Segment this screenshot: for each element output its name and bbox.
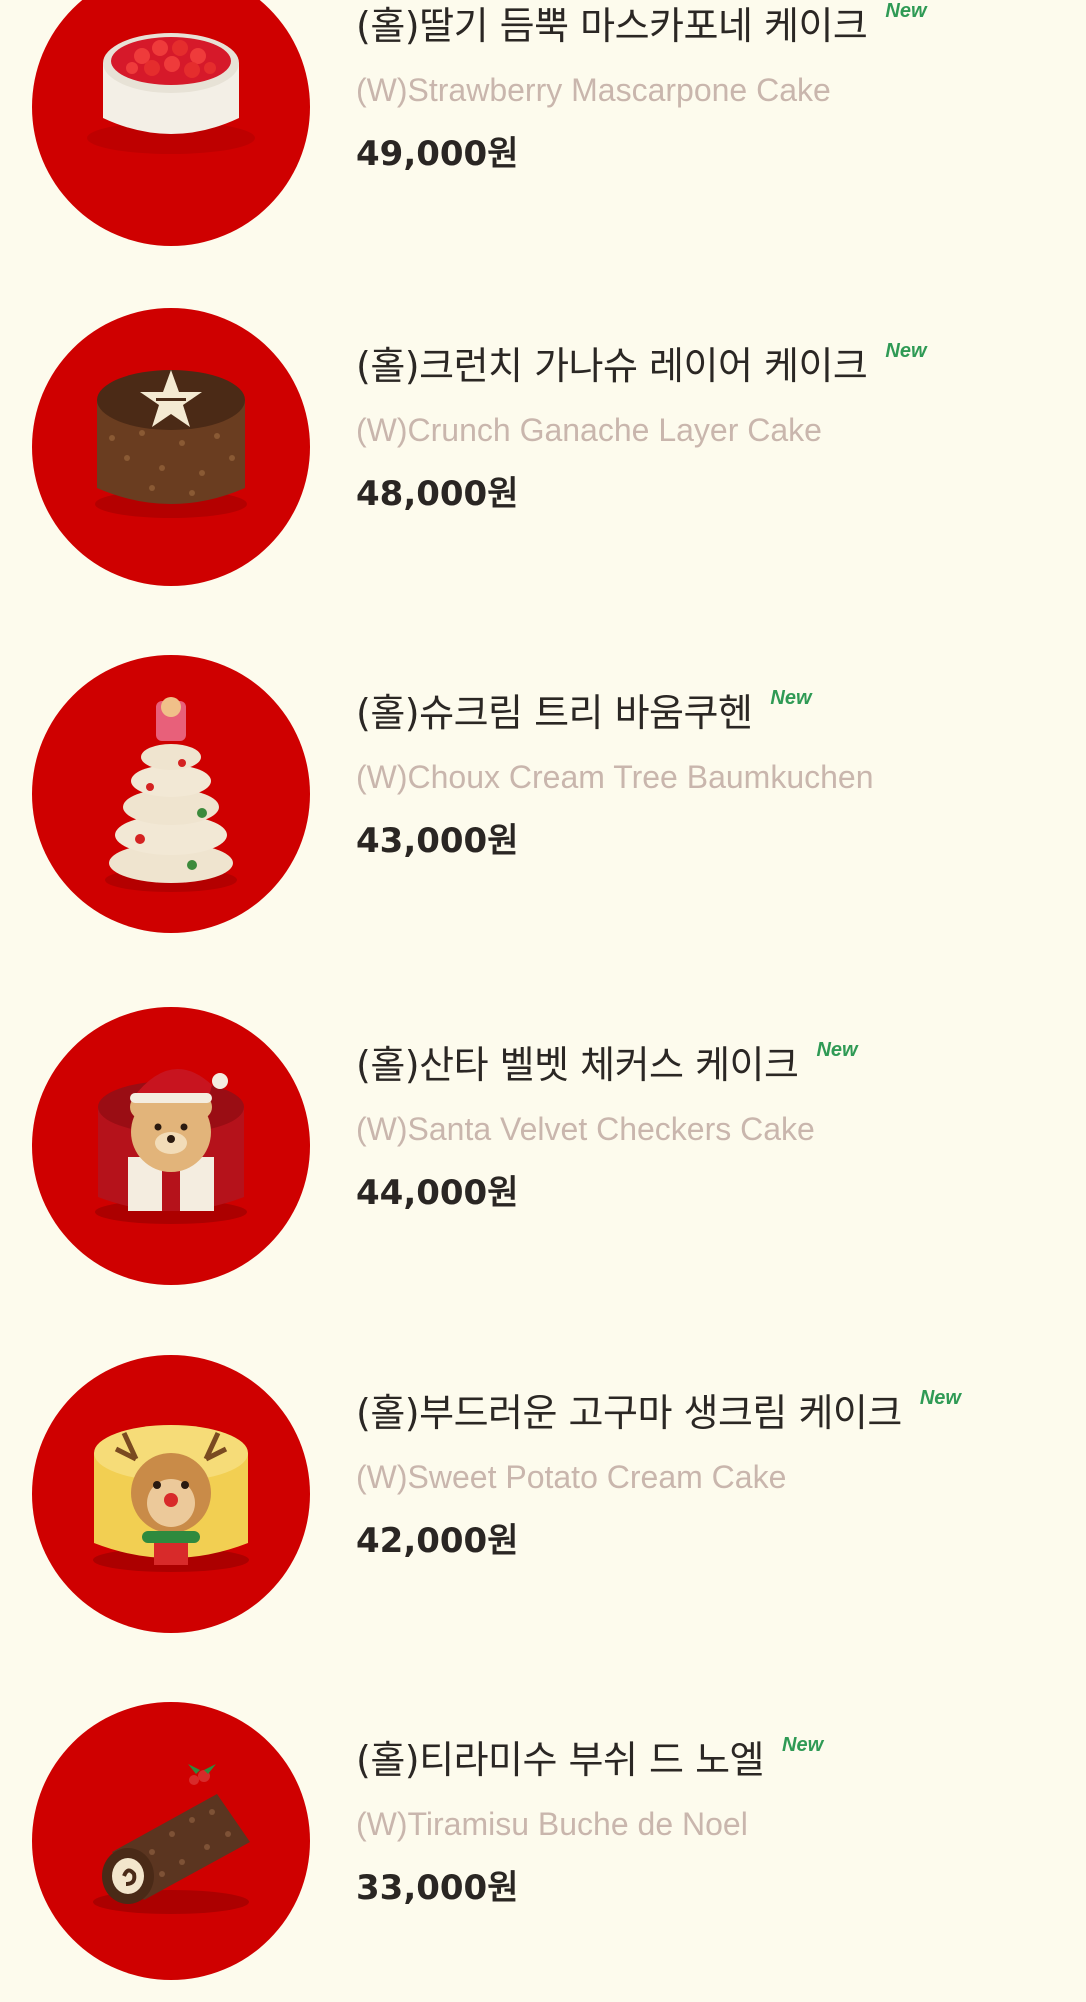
product-list: (홀)딸기 듬뿍 마스카포네 케이크 New (W)Strawberry Mas… xyxy=(0,0,1086,2002)
title-row: (홀)크런치 가나슈 레이어 케이크 New xyxy=(356,340,1056,390)
product-name-en: (W)Santa Velvet Checkers Cake xyxy=(356,1111,815,1147)
product-name-ko[interactable]: (홀)딸기 듬뿍 마스카포네 케이크 xyxy=(356,2,868,50)
product-item-santa-velvet[interactable]: (홀)산타 벨벳 체커스 케이크 New (W)Santa Velvet Che… xyxy=(0,1007,1086,1307)
product-thumbnail[interactable] xyxy=(32,1702,310,1980)
choux-cream-tree-baumkuchen-icon xyxy=(105,697,237,892)
product-item-tiramisu-buche[interactable]: (홀)티라미수 부쉬 드 노엘 New (W)Tiramisu Buche de… xyxy=(0,1702,1086,2002)
product-thumbnail[interactable] xyxy=(32,1355,310,1633)
new-badge: New xyxy=(885,0,927,22)
title-row: (홀)티라미수 부쉬 드 노엘 New xyxy=(356,1734,1056,1784)
title-row: (홀)슈크림 트리 바움쿠헨 New xyxy=(356,687,1056,737)
product-name-ko[interactable]: (홀)슈크림 트리 바움쿠헨 xyxy=(356,689,753,737)
product-thumbnail[interactable] xyxy=(32,655,310,933)
product-name-en: (W)Sweet Potato Cream Cake xyxy=(356,1459,787,1495)
product-price: 49,000원 xyxy=(356,134,519,174)
product-thumbnail[interactable] xyxy=(32,1007,310,1285)
product-price: 42,000원 xyxy=(356,1521,519,1561)
new-badge: New xyxy=(770,687,812,709)
strawberry-mascarpone-cake-icon xyxy=(87,33,255,154)
product-info: (홀)산타 벨벳 체커스 케이크 New (W)Santa Velvet Che… xyxy=(356,1039,1056,1215)
product-name-ko[interactable]: (홀)크런치 가나슈 레이어 케이크 xyxy=(356,342,868,390)
new-badge: New xyxy=(782,1734,824,1756)
title-row: (홀)산타 벨벳 체커스 케이크 New xyxy=(356,1039,1056,1089)
product-info: (홀)부드러운 고구마 생크림 케이크 New (W)Sweet Potato … xyxy=(356,1387,1056,1563)
product-name-en: (W)Choux Cream Tree Baumkuchen xyxy=(356,759,874,795)
santa-velvet-checkers-cake-icon xyxy=(95,1068,247,1224)
product-name-en: (W)Strawberry Mascarpone Cake xyxy=(356,72,831,108)
title-row: (홀)딸기 듬뿍 마스카포네 케이크 New xyxy=(356,0,1056,50)
product-info: (홀)티라미수 부쉬 드 노엘 New (W)Tiramisu Buche de… xyxy=(356,1734,1056,1910)
product-price: 48,000원 xyxy=(356,474,519,514)
tiramisu-buche-de-noel-icon xyxy=(93,1764,250,1914)
new-badge: New xyxy=(816,1039,858,1061)
crunch-ganache-layer-cake-icon xyxy=(95,370,247,518)
product-thumbnail[interactable] xyxy=(32,308,310,586)
title-row: (홀)부드러운 고구마 생크림 케이크 New xyxy=(356,1387,1056,1437)
product-name-ko[interactable]: (홀)산타 벨벳 체커스 케이크 xyxy=(356,1041,799,1089)
new-badge: New xyxy=(885,340,927,362)
product-item-crunch-ganache[interactable]: (홀)크런치 가나슈 레이어 케이크 New (W)Crunch Ganache… xyxy=(0,308,1086,608)
product-name-en: (W)Tiramisu Buche de Noel xyxy=(356,1806,748,1842)
product-item-choux-cream-tree[interactable]: (홀)슈크림 트리 바움쿠헨 New (W)Choux Cream Tree B… xyxy=(0,655,1086,955)
product-item-sweet-potato[interactable]: (홀)부드러운 고구마 생크림 케이크 New (W)Sweet Potato … xyxy=(0,1355,1086,1655)
product-price: 44,000원 xyxy=(356,1173,519,1213)
product-info: (홀)슈크림 트리 바움쿠헨 New (W)Choux Cream Tree B… xyxy=(356,687,1056,863)
product-info: (홀)크런치 가나슈 레이어 케이크 New (W)Crunch Ganache… xyxy=(356,340,1056,516)
product-price: 33,000원 xyxy=(356,1868,519,1908)
sweet-potato-cream-cake-icon xyxy=(93,1425,249,1572)
product-item-strawberry-mascarpone[interactable]: (홀)딸기 듬뿍 마스카포네 케이크 New (W)Strawberry Mas… xyxy=(0,0,1086,268)
product-info: (홀)딸기 듬뿍 마스카포네 케이크 New (W)Strawberry Mas… xyxy=(356,0,1056,176)
product-thumbnail[interactable] xyxy=(32,0,310,246)
product-name-en: (W)Crunch Ganache Layer Cake xyxy=(356,412,822,448)
product-name-ko[interactable]: (홀)부드러운 고구마 생크림 케이크 xyxy=(356,1389,902,1437)
new-badge: New xyxy=(919,1387,961,1409)
product-price: 43,000원 xyxy=(356,821,519,861)
product-name-ko[interactable]: (홀)티라미수 부쉬 드 노엘 xyxy=(356,1736,765,1784)
